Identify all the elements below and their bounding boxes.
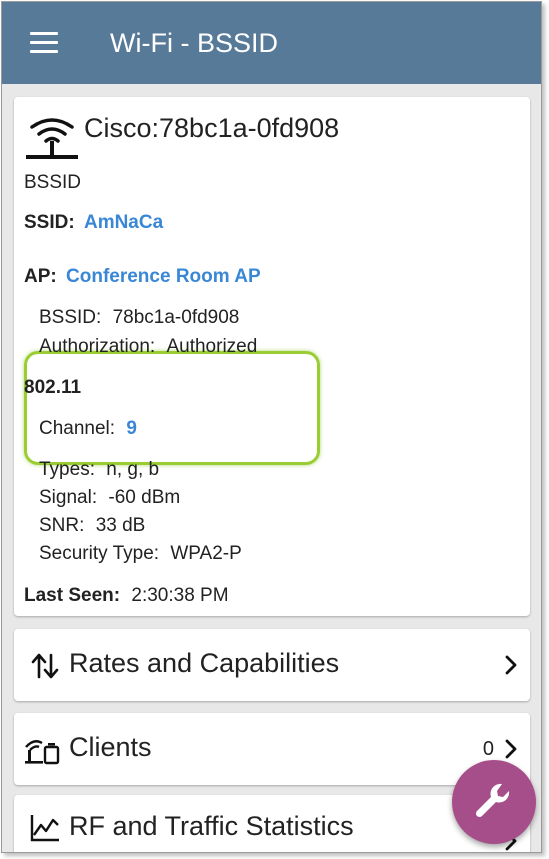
types-row: Types: n, g, b bbox=[39, 459, 159, 481]
ap-bssid-label: BSSID: bbox=[39, 307, 102, 328]
authorization-label: Authorization: bbox=[39, 336, 156, 357]
signal-row: Signal: -60 dBm bbox=[39, 487, 180, 509]
channel-row: Channel: 9 bbox=[39, 418, 137, 440]
ap-bssid-value: 78bc1a-0fd908 bbox=[112, 307, 240, 328]
clients-row[interactable]: Clients 0 bbox=[14, 713, 530, 785]
ap-link[interactable]: Conference Room AP bbox=[66, 266, 261, 287]
types-value: n, g, b bbox=[106, 459, 160, 480]
device-name: Cisco:78bc1a-0fd908 bbox=[84, 113, 340, 143]
authorization-row: Authorization: Authorized bbox=[39, 336, 257, 358]
chevron-right-icon bbox=[505, 739, 517, 759]
section-80211: 802.11 bbox=[24, 377, 82, 398]
app-frame: Wi-Fi - BSSID Cisco:78bc1a-0fd908 BSSID … bbox=[1, 1, 542, 853]
wifi-access-point-icon bbox=[26, 118, 78, 159]
device-type: BSSID bbox=[24, 172, 82, 193]
hamburger-menu-icon[interactable] bbox=[30, 32, 60, 54]
types-label: Types: bbox=[39, 459, 95, 480]
clients-icon bbox=[25, 740, 60, 765]
line-chart-icon bbox=[30, 815, 59, 842]
security-value: WPA2-P bbox=[170, 543, 242, 564]
security-row: Security Type: WPA2-P bbox=[39, 543, 242, 565]
page-title: Wi-Fi - BSSID bbox=[110, 28, 278, 58]
last-seen-label: Last Seen: bbox=[24, 585, 121, 606]
clients-label: Clients bbox=[69, 732, 152, 762]
ap-bssid-row: BSSID: 78bc1a-0fd908 bbox=[39, 307, 239, 329]
tools-fab-button[interactable] bbox=[452, 760, 536, 844]
signal-label: Signal: bbox=[39, 487, 98, 508]
signal-value: -60 dBm bbox=[108, 487, 181, 508]
snr-value: 33 dB bbox=[95, 515, 146, 536]
ssid-row: SSID: AmNaCa bbox=[24, 212, 163, 234]
ap-label: AP: bbox=[24, 266, 57, 287]
chevron-right-icon bbox=[505, 655, 517, 675]
rates-capabilities-row[interactable]: Rates and Capabilities bbox=[14, 629, 530, 701]
authorization-value: Authorized bbox=[166, 336, 258, 357]
ap-row: AP: Conference Room AP bbox=[24, 266, 261, 288]
ssid-link[interactable]: AmNaCa bbox=[84, 212, 163, 233]
security-label: Security Type: bbox=[39, 543, 160, 564]
rates-label: Rates and Capabilities bbox=[69, 648, 340, 678]
bssid-details-card: Cisco:78bc1a-0fd908 BSSID SSID: AmNaCa A… bbox=[14, 97, 530, 616]
channel-link[interactable]: 9 bbox=[126, 418, 137, 439]
snr-label: SNR: bbox=[39, 515, 85, 536]
rf-traffic-label: RF and Traffic Statistics bbox=[69, 811, 354, 841]
last-seen-row: Last Seen: 2:30:38 PM bbox=[24, 585, 229, 607]
ssid-label: SSID: bbox=[24, 212, 75, 233]
wrench-icon bbox=[475, 783, 510, 818]
clients-count: 0 bbox=[482, 738, 494, 760]
snr-row: SNR: 33 dB bbox=[39, 515, 145, 537]
sort-arrows-icon bbox=[31, 653, 59, 679]
ap-highlight-box bbox=[24, 351, 320, 465]
last-seen-value: 2:30:38 PM bbox=[131, 585, 229, 606]
app-bar: Wi-Fi - BSSID bbox=[2, 2, 541, 84]
channel-label: Channel: bbox=[39, 418, 116, 439]
